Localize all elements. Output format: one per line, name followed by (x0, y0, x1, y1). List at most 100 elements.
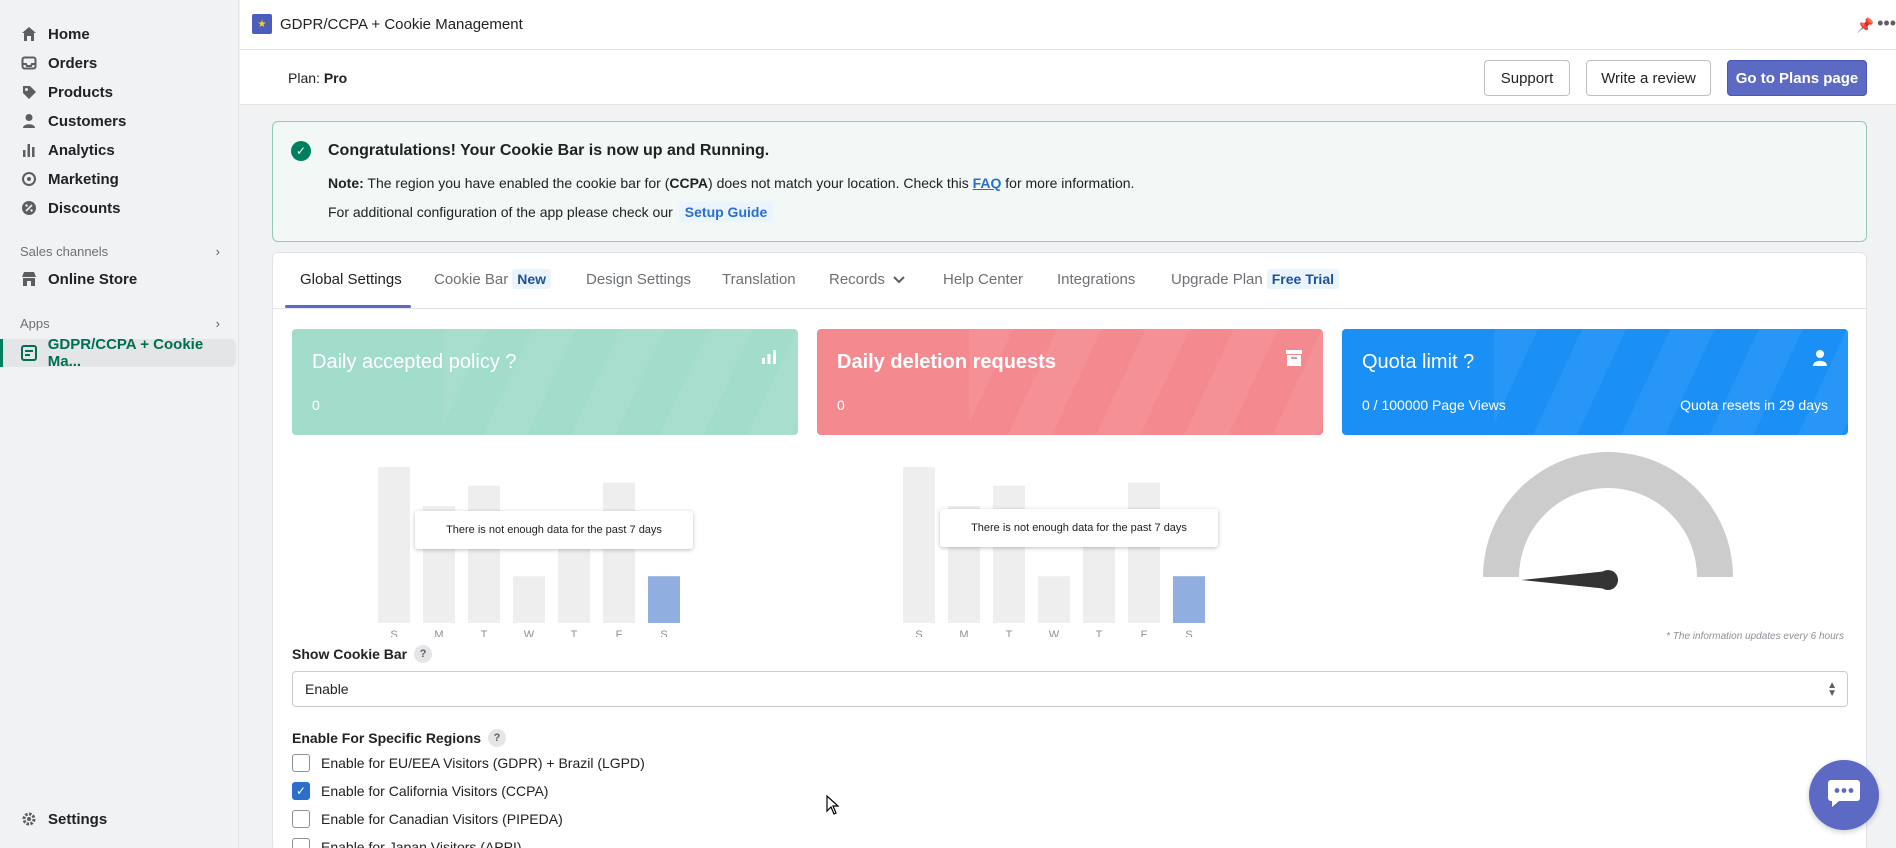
setup-guide-link[interactable]: Setup Guide (678, 202, 774, 222)
note-text: The region you have enabled the cookie b… (363, 175, 670, 191)
nav-label: Customers (48, 112, 127, 130)
tab-records[interactable]: Records (829, 271, 905, 288)
tab-design-settings[interactable]: Design Settings (586, 271, 691, 288)
tab-label: Help Center (943, 271, 1024, 288)
checkbox-label: Enable for Canadian Visitors (PIPEDA) (321, 811, 563, 827)
settings-card: Global Settings Cookie Bar New Design Set… (272, 252, 1867, 848)
tag-icon (20, 83, 38, 101)
nav-label: Analytics (48, 141, 115, 159)
chart-bar (1128, 482, 1160, 623)
checkbox[interactable] (292, 838, 310, 848)
show-cookie-bar-select[interactable]: Enable ▲ ▼ (292, 671, 1848, 707)
chart-tick-label: S (1185, 629, 1192, 637)
tab-label: Cookie Bar (434, 270, 509, 288)
stat-title: Daily deletion requests (837, 351, 1056, 373)
chart-bar (903, 467, 935, 623)
help-icon[interactable]: ? (488, 729, 507, 747)
tab-help-center[interactable]: Help Center (943, 271, 1023, 288)
free-trial-badge: Free Trial (1266, 269, 1339, 289)
chart-bar (468, 485, 500, 623)
go-to-plans-button[interactable]: Go to Plans page (1727, 60, 1867, 96)
nav-orders[interactable]: Orders (20, 49, 97, 77)
banner-title: Congratulations! Your Cookie Bar is now … (328, 142, 770, 159)
checkbox-label: Enable for California Visitors (CCPA) (321, 783, 549, 799)
new-badge: New (512, 269, 551, 289)
app-title: GDPR/CCPA + Cookie Management (280, 16, 523, 33)
quota-reset-text: Quota resets in 29 days (1680, 397, 1828, 413)
quota-gauge (1483, 452, 1733, 590)
note-text: for more information. (1001, 175, 1135, 191)
select-arrows-icon: ▲ ▼ (1827, 680, 1837, 699)
chart-bar (1038, 576, 1070, 623)
no-data-message: There is not enough data for the past 7 … (940, 509, 1218, 547)
chart-bar (648, 576, 680, 623)
nav-analytics[interactable]: Analytics (20, 136, 115, 164)
nav-home[interactable]: Home (20, 20, 90, 48)
tab-cookie-bar[interactable]: Cookie Bar New (434, 269, 551, 289)
no-data-message: There is not enough data for the past 7 … (415, 511, 693, 549)
banner-config: For additional configuration of the app … (328, 202, 774, 222)
daily-deletion-card: Daily deletion requests 0 (817, 329, 1323, 435)
write-review-button[interactable]: Write a review (1586, 60, 1711, 96)
tab-translation[interactable]: Translation (722, 271, 796, 288)
faq-link[interactable]: FAQ (973, 175, 1002, 191)
home-icon (20, 25, 38, 43)
nav-settings[interactable]: Settings (20, 805, 107, 833)
config-text: For additional configuration of the app … (328, 204, 673, 220)
deletion-bar-chart: S M T W T F S There is not enough data for the… (817, 447, 1323, 637)
success-banner: ✓ Congratulations! Your Cookie Bar is no… (272, 121, 1867, 242)
card-pattern (1493, 329, 1848, 435)
archive-icon (1285, 349, 1303, 372)
nav-discounts[interactable]: Discounts (20, 194, 121, 222)
more-options-icon[interactable]: ••• (1877, 13, 1896, 34)
sidebar: Home Orders Products Customers Analytics… (0, 0, 239, 848)
store-icon (20, 270, 38, 288)
label-text: Enable For Specific Regions (292, 730, 482, 746)
nav-gdpr-app[interactable]: GDPR/CCPA + Cookie Ma... (20, 336, 238, 370)
discount-icon (20, 199, 38, 217)
section-label: Sales channels (20, 244, 109, 259)
checkbox[interactable] (292, 754, 310, 772)
region-checkbox-row[interactable]: Enable for Japan Visitors (APPI) (292, 837, 522, 848)
support-button[interactable]: Support (1484, 60, 1570, 96)
chart-tick-label: S (915, 629, 922, 637)
active-tab-underline (285, 305, 411, 308)
chat-icon (1827, 778, 1861, 813)
region-checkbox-row[interactable]: ✓ Enable for California Visitors (CCPA) (292, 781, 548, 801)
apps-header[interactable]: Apps › (20, 316, 220, 331)
tab-label: Design Settings (586, 271, 692, 288)
nav-label: Home (48, 25, 90, 43)
tab-label: Translation (722, 271, 796, 288)
nav-label: Marketing (48, 170, 119, 188)
chart-bar (1173, 576, 1205, 623)
help-icon[interactable]: ? (414, 645, 433, 663)
checkbox-label: Enable for Japan Visitors (APPI) (321, 839, 522, 848)
nav-online-store[interactable]: Online Store (20, 265, 137, 293)
chat-button[interactable] (1809, 760, 1879, 830)
gauge-needle (1521, 571, 1608, 589)
chart-tick-label: S (660, 629, 667, 637)
tab-global-settings[interactable]: Global Settings (300, 271, 402, 288)
note-text: ) does not match your location. Check th… (708, 175, 973, 191)
region-checkbox-row[interactable]: Enable for Canadian Visitors (PIPEDA) (292, 809, 563, 829)
nav-marketing[interactable]: Marketing (20, 165, 119, 193)
note-region: CCPA (669, 175, 709, 191)
tab-label: Global Settings (300, 271, 402, 288)
target-icon (20, 170, 38, 188)
nav-products[interactable]: Products (20, 78, 113, 106)
sales-channels-header[interactable]: Sales channels › (20, 244, 220, 259)
pin-icon[interactable]: 📌 (1857, 17, 1874, 34)
tab-integrations[interactable]: Integrations (1057, 271, 1135, 288)
user-icon (1812, 349, 1828, 372)
checkbox-label: Enable for EU/EEA Visitors (GDPR) + Braz… (321, 755, 645, 771)
chart-tick-label: S (390, 629, 397, 637)
region-checkbox-row[interactable]: Enable for EU/EEA Visitors (GDPR) + Braz… (292, 753, 645, 773)
chevron-right-icon: › (215, 316, 220, 331)
app-logo-icon: ★ (252, 14, 272, 34)
chart-tick-label: F (1141, 629, 1148, 637)
checkbox-checked[interactable]: ✓ (292, 782, 310, 800)
checkbox[interactable] (292, 810, 310, 828)
active-item-indicator (0, 339, 3, 367)
tab-upgrade-plan[interactable]: Upgrade Plan Free Trial (1171, 269, 1339, 289)
nav-customers[interactable]: Customers (20, 107, 126, 135)
